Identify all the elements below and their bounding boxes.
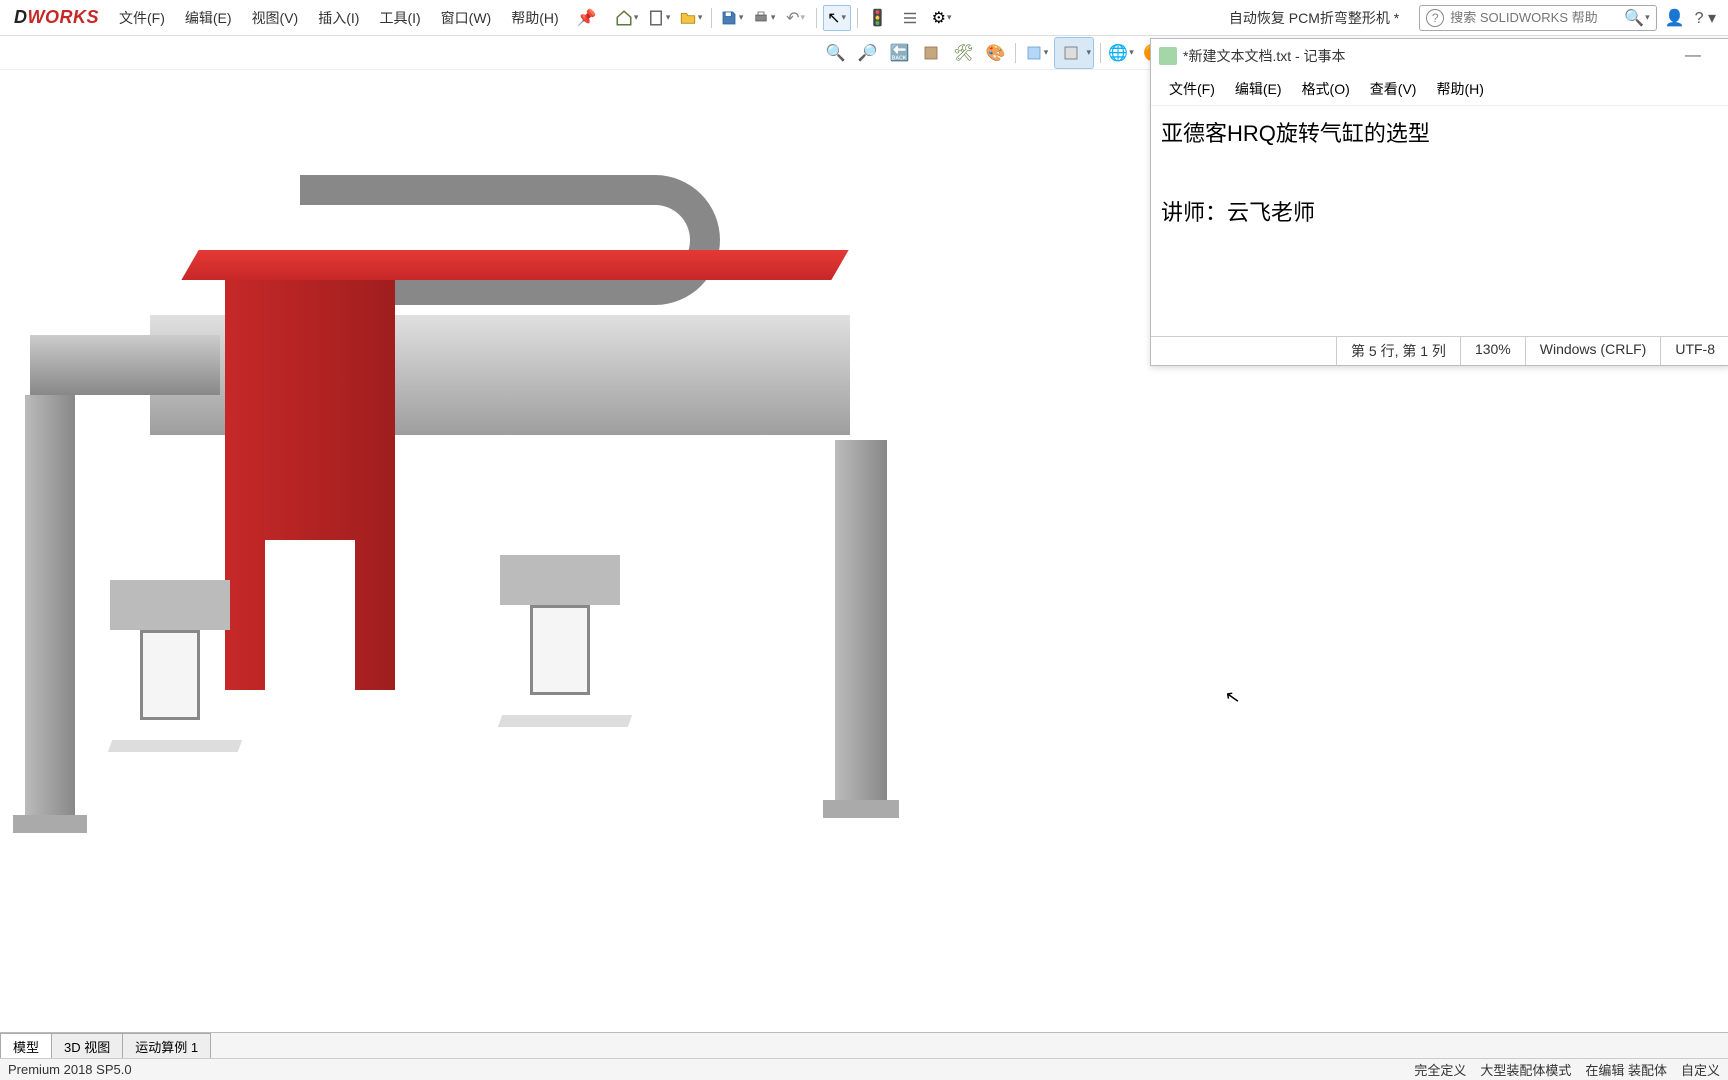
np-eol: Windows (CRLF)	[1525, 337, 1661, 365]
zoom-area-icon[interactable]: 🔎	[853, 40, 881, 66]
np-pos: 第 5 行, 第 1 列	[1336, 337, 1460, 365]
tab-model[interactable]: 模型	[0, 1033, 52, 1059]
np-menu-file[interactable]: 文件(F)	[1159, 77, 1225, 101]
np-enc: UTF-8	[1660, 337, 1728, 365]
menu-tools[interactable]: 工具(I)	[369, 8, 430, 28]
sb-define: 完全定义	[1414, 1060, 1466, 1079]
user-icon[interactable]: 👤	[1665, 8, 1685, 28]
tab-motion[interactable]: 运动算例 1	[122, 1033, 211, 1059]
notepad-menubar: 文件(F) 编辑(E) 格式(O) 查看(V) 帮助(H)	[1151, 73, 1728, 106]
zoom-fit-icon[interactable]: 🔍	[821, 40, 849, 66]
menu-insert[interactable]: 插入(I)	[308, 8, 369, 28]
bottom-tabs: 模型 3D 视图 运动算例 1	[0, 1032, 1728, 1058]
menu-file[interactable]: 文件(F)	[109, 8, 175, 28]
sb-editing: 在编辑 装配体	[1585, 1060, 1667, 1079]
select-icon[interactable]: ↖▾	[823, 5, 851, 31]
open-icon[interactable]: ▾	[677, 5, 705, 31]
home-icon[interactable]: ▾	[613, 5, 641, 31]
np-menu-format[interactable]: 格式(O)	[1292, 77, 1360, 101]
np-menu-view[interactable]: 查看(V)	[1360, 77, 1427, 101]
model-assembly	[0, 160, 940, 940]
statusbar: Premium 2018 SP5.0 完全定义 大型装配体模式 在编辑 装配体 …	[0, 1058, 1728, 1080]
np-menu-edit[interactable]: 编辑(E)	[1225, 77, 1292, 101]
appearance-icon[interactable]: 🎨	[981, 40, 1009, 66]
settings-icon[interactable]: ⚙▾	[928, 5, 956, 31]
print-icon[interactable]: ▾	[750, 5, 778, 31]
app-logo: DWORKS	[4, 7, 109, 28]
undo-icon[interactable]: ↶▾	[782, 5, 810, 31]
minimize-icon[interactable]: —	[1665, 47, 1721, 65]
titlebar-right: 👤 ? ▾	[1665, 8, 1724, 28]
search-box[interactable]: ? 🔍 ▾	[1419, 5, 1656, 31]
menu-view[interactable]: 视图(V)	[242, 8, 309, 28]
np-line1: 亚德客HRQ旋转气缸的选型	[1161, 114, 1719, 154]
prev-view-icon[interactable]: 🔙	[885, 40, 913, 66]
help-icon: ?	[1426, 9, 1444, 27]
main-menubar: DWORKS 文件(F) 编辑(E) 视图(V) 插入(I) 工具(I) 窗口(…	[0, 0, 1728, 36]
sb-mode: 大型装配体模式	[1480, 1060, 1571, 1079]
shaded-edges-icon[interactable]	[1057, 40, 1085, 66]
tools-view-icon[interactable]: 🛠	[949, 40, 977, 66]
menu-help[interactable]: 帮助(H)	[501, 8, 568, 28]
sb-version: Premium 2018 SP5.0	[8, 1062, 132, 1077]
new-icon[interactable]: ▾	[645, 5, 673, 31]
document-title: 自动恢复 PCM折弯整形机 *	[1209, 8, 1419, 28]
menu-window[interactable]: 窗口(W)	[431, 8, 502, 28]
notepad-statusbar: 第 5 行, 第 1 列 130% Windows (CRLF) UTF-8	[1151, 336, 1728, 365]
scene-icon[interactable]: 🌐▾	[1107, 40, 1135, 66]
notepad-titlebar[interactable]: *新建文本文档.txt - 记事本 —	[1151, 39, 1728, 73]
traffic-icon[interactable]: 🚦	[864, 5, 892, 31]
save-icon[interactable]: ▾	[718, 5, 746, 31]
np-line2: 讲师：云飞老师	[1161, 193, 1719, 233]
menu-edit[interactable]: 编辑(E)	[175, 8, 242, 28]
main-toolbar: ▾ ▾ ▾ ▾ ▾ ↶▾ ↖▾ 🚦 ⚙▾	[613, 5, 956, 31]
pin-icon[interactable]: 📌	[569, 8, 605, 28]
display-style-icon[interactable]: ▾	[1022, 40, 1050, 66]
help-menu-icon[interactable]: ? ▾	[1695, 8, 1716, 28]
notepad-window[interactable]: *新建文本文档.txt - 记事本 — 文件(F) 编辑(E) 格式(O) 查看…	[1150, 38, 1728, 366]
list-icon[interactable]	[896, 5, 924, 31]
search-icon[interactable]: 🔍	[1624, 8, 1644, 28]
section-icon[interactable]	[917, 40, 945, 66]
search-input[interactable]	[1444, 8, 1624, 27]
np-zoom: 130%	[1460, 337, 1525, 365]
sb-custom: 自定义	[1681, 1060, 1720, 1079]
render-mode-group: ▾	[1054, 37, 1094, 69]
notepad-title: *新建文本文档.txt - 记事本	[1183, 46, 1346, 66]
notepad-icon	[1159, 47, 1177, 65]
notepad-textarea[interactable]: 亚德客HRQ旋转气缸的选型 讲师：云飞老师	[1151, 106, 1728, 336]
np-menu-help[interactable]: 帮助(H)	[1426, 77, 1493, 101]
tab-3dview[interactable]: 3D 视图	[51, 1033, 123, 1059]
